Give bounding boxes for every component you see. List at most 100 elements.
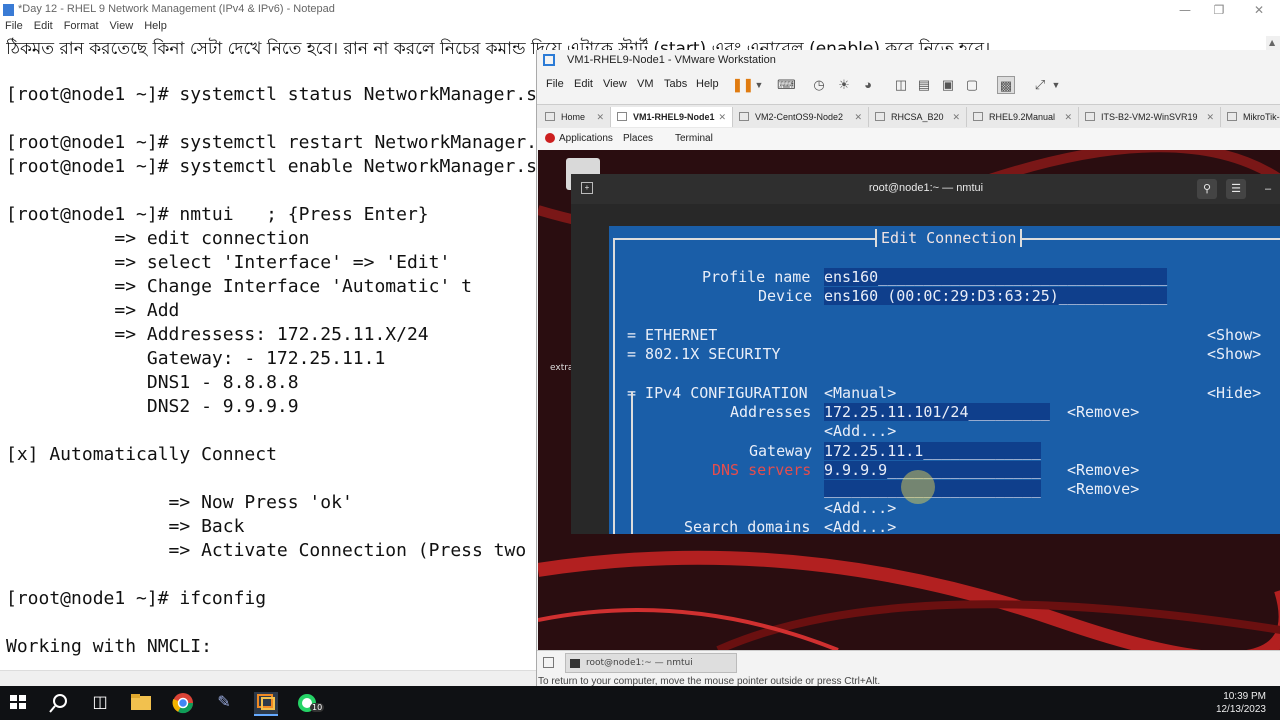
tab-label: RHEL9.2Manual xyxy=(989,112,1056,122)
menu-format[interactable]: Format xyxy=(64,20,99,32)
scroll-up-icon[interactable]: ▲ xyxy=(1269,38,1275,47)
ethernet-section[interactable]: = ETHERNET xyxy=(627,326,717,344)
vmware-menubar: File Edit View VM Tabs Help ❚❚ ▼ ⌨ ◷ ☀ ◕… xyxy=(537,74,1280,96)
thumbnail-view-icon[interactable]: ▤ xyxy=(915,76,933,94)
vm-menu-tabs[interactable]: Tabs xyxy=(664,78,687,90)
vm-taskbar-item[interactable]: root@node1:~ — nmtui xyxy=(565,653,737,673)
snapshot-icon[interactable]: ◷ xyxy=(810,76,828,94)
unity-icon[interactable]: ▢ xyxy=(963,76,981,94)
tab-rhcsa[interactable]: RHCSA_B20 ✕ xyxy=(869,107,967,127)
system-clock[interactable]: 10:39 PM 12/13/2023 xyxy=(1216,690,1266,716)
snapshot-manager-icon[interactable]: ◕ xyxy=(859,76,877,94)
redhat-icon xyxy=(545,133,555,143)
address-remove-button[interactable]: <Remove> xyxy=(1067,403,1139,421)
search-domains-add-button[interactable]: <Add...> xyxy=(824,518,896,534)
dropdown-arrow-icon[interactable]: ▼ xyxy=(750,76,768,94)
note-line: => Addressess: 172.25.11.X/24 xyxy=(6,324,429,345)
dns-remove-button-2[interactable]: <Remove> xyxy=(1067,480,1139,498)
close-tab-icon[interactable]: ✕ xyxy=(1206,107,1214,127)
notepad-icon xyxy=(3,4,14,16)
gateway-field[interactable]: 172.25.11.1_____________ xyxy=(824,442,1041,460)
note-line: => select 'Interface' => 'Edit' xyxy=(6,252,451,273)
menu-applications[interactable]: Applications xyxy=(559,133,613,144)
menu-places[interactable]: Places xyxy=(623,133,653,144)
notepad-editor[interactable]: [root@node1 ~]# systemctl status Network… xyxy=(0,36,536,670)
minimize-icon[interactable]: – xyxy=(1261,179,1275,199)
close-button[interactable]: ✕ xyxy=(1236,0,1280,20)
vm-hint-text: To return to your computer, move the mou… xyxy=(538,676,881,686)
tab-home[interactable]: Home ✕ xyxy=(539,107,611,127)
close-tab-icon[interactable]: ✕ xyxy=(952,107,960,127)
notepad-taskbar-icon[interactable]: ✎ xyxy=(212,692,236,714)
note-line: [root@node1 ~]# nmtui ; {Press Enter} xyxy=(6,204,429,225)
gnome-top-bar: Applications Places Terminal xyxy=(537,128,1280,150)
vmware-taskbar-icon[interactable] xyxy=(254,692,278,716)
tab-label: VM2-CentOS9-Node2 xyxy=(755,112,844,122)
hamburger-menu-icon[interactable]: ☰ xyxy=(1226,179,1246,199)
search-icon[interactable] xyxy=(48,692,72,714)
file-explorer-icon[interactable] xyxy=(130,692,154,714)
vm-menu-edit[interactable]: Edit xyxy=(574,78,593,90)
tab-label: Home xyxy=(561,112,586,122)
revert-snapshot-icon[interactable]: ☀ xyxy=(835,76,853,94)
vm-icon xyxy=(617,112,627,121)
security-show-button[interactable]: <Show> xyxy=(1207,345,1261,363)
note-line: DNS2 - 9.9.9.9 xyxy=(6,396,299,417)
menu-view[interactable]: View xyxy=(110,20,134,32)
dns-field-1[interactable]: 9.9.9.9_________________ xyxy=(824,461,1041,479)
menu-help[interactable]: Help xyxy=(144,20,167,32)
whatsapp-icon[interactable]: 10 xyxy=(296,692,325,714)
stretch-dropdown-icon[interactable]: ▼ xyxy=(1047,76,1065,94)
send-keys-icon[interactable]: ⌨ xyxy=(777,76,796,94)
menu-edit[interactable]: Edit xyxy=(34,20,53,32)
tab-winsvr19[interactable]: ITS-B2-VM2-WinSVR19 ✕ xyxy=(1079,107,1221,127)
menu-file[interactable]: File xyxy=(5,20,23,32)
vm-menu-file[interactable]: File xyxy=(546,78,564,90)
profile-name-field[interactable]: ens160________________________________ xyxy=(824,268,1168,286)
notepad-titlebar: *Day 12 - RHEL 9 Network Management (IPv… xyxy=(0,0,1280,20)
close-tab-icon[interactable]: ✕ xyxy=(718,107,726,127)
search-domains-label: Search domains xyxy=(684,518,811,534)
note-line: [root@node1 ~]# systemctl enable Network… xyxy=(6,156,536,177)
tab-mikrotik[interactable]: MikroTik- xyxy=(1221,107,1280,127)
vm-menu-vm[interactable]: VM xyxy=(637,78,654,90)
console-view-icon[interactable]: ▩ xyxy=(997,76,1015,94)
full-screen-icon[interactable]: ▣ xyxy=(939,76,957,94)
mouse-cursor-highlight xyxy=(901,470,935,504)
device-label: Device xyxy=(758,287,813,305)
desktop-icon-label: extra xyxy=(550,363,574,373)
tab-vm1[interactable]: VM1-RHEL9-Node1 ✕ xyxy=(611,107,733,127)
vmware-window: VM1-RHEL9-Node1 - VMware Workstation Fil… xyxy=(536,50,1280,686)
pause-icon[interactable]: ❚❚ xyxy=(732,76,754,94)
address-field[interactable]: 172.25.11.101/24_________ xyxy=(824,403,1050,421)
terminal-body[interactable]: Edit Connection Profile name ens160_____… xyxy=(571,204,1280,534)
tab-vm2[interactable]: VM2-CentOS9-Node2 ✕ xyxy=(733,107,869,127)
note-line: DNS1 - 8.8.8.8 xyxy=(6,372,299,393)
device-field[interactable]: ens160 (00:0C:29:D3:63:25)____________ xyxy=(824,287,1168,305)
dns-remove-button-1[interactable]: <Remove> xyxy=(1067,461,1139,479)
search-icon[interactable]: ⚲ xyxy=(1197,179,1217,199)
ethernet-show-button[interactable]: <Show> xyxy=(1207,326,1261,344)
tab-rhel92manual[interactable]: RHEL9.2Manual ✕ xyxy=(967,107,1079,127)
task-view-icon[interactable]: ◫ xyxy=(88,692,112,714)
ipv4-method-dropdown[interactable]: <Manual> xyxy=(824,384,896,402)
terminal-icon xyxy=(570,659,580,668)
tab-label: MikroTik- xyxy=(1243,112,1280,122)
close-tab-icon[interactable]: ✕ xyxy=(596,107,604,127)
window-list-icon[interactable] xyxy=(543,657,554,668)
close-tab-icon[interactable]: ✕ xyxy=(1064,107,1072,127)
windows-start-icon[interactable] xyxy=(8,692,32,714)
ipv4-section[interactable]: = IPv4 CONFIGURATION xyxy=(627,384,808,402)
vm-menu-help[interactable]: Help xyxy=(696,78,719,90)
chrome-icon[interactable] xyxy=(172,692,196,714)
address-add-button[interactable]: <Add...> xyxy=(824,422,896,440)
security-section[interactable]: = 802.1X SECURITY xyxy=(627,345,781,363)
vm-menu-view[interactable]: View xyxy=(603,78,627,90)
ipv4-hide-button[interactable]: <Hide> xyxy=(1207,384,1261,402)
nmtui-header: Edit Connection xyxy=(875,229,1023,247)
note-line: Gateway: - 172.25.11.1 xyxy=(6,348,386,369)
sidebar-toggle-icon[interactable]: ◫ xyxy=(892,76,910,94)
menu-terminal[interactable]: Terminal xyxy=(675,133,713,144)
close-tab-icon[interactable]: ✕ xyxy=(854,107,862,127)
dns-add-button[interactable]: <Add...> xyxy=(824,499,896,517)
